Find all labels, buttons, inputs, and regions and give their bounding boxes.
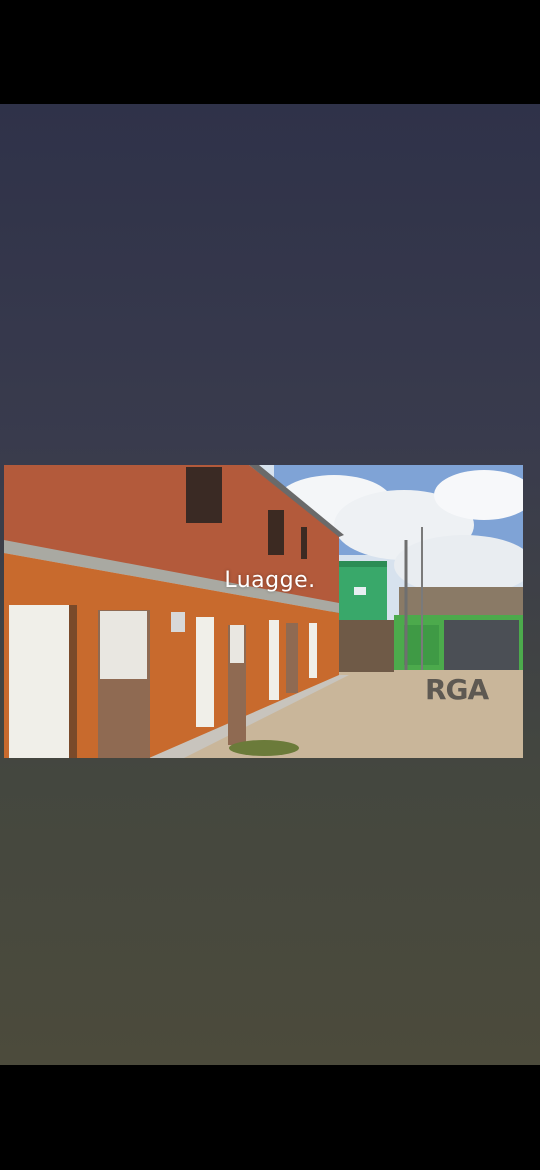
luagge-watermark: Luagge. [224, 568, 316, 593]
building-photo[interactable] [4, 465, 523, 758]
top-black-bar [0, 0, 540, 104]
photo-illustration [4, 465, 523, 758]
bottom-black-bar [0, 1065, 540, 1170]
rga-watermark: RGA [425, 673, 489, 706]
